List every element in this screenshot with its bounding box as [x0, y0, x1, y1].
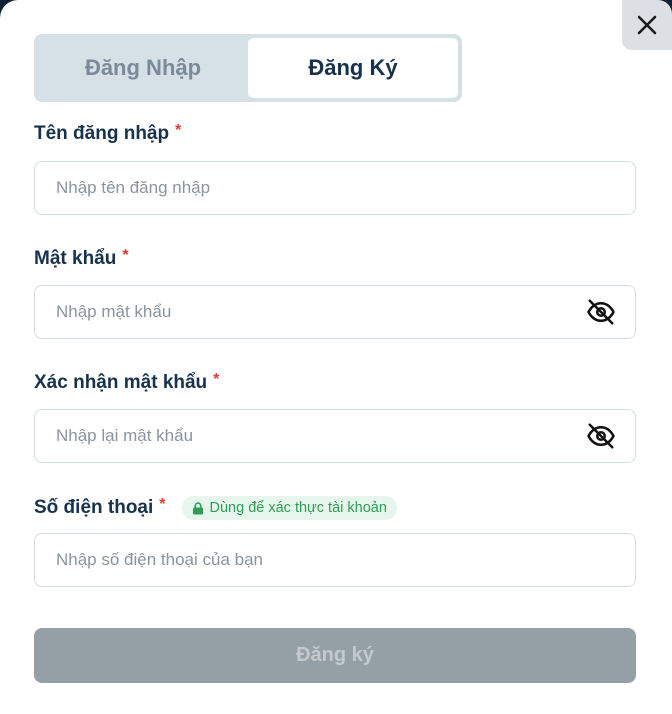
- username-label-text: Tên đăng nhập: [34, 123, 170, 144]
- eye-off-icon: [587, 299, 615, 325]
- register-modal: Đăng Nhập Đăng Ký Tên đăng nhập * Mật kh…: [0, 0, 672, 714]
- auth-tabs: Đăng Nhập Đăng Ký: [34, 34, 462, 102]
- confirm-password-label-text: Xác nhận mật khẩu: [34, 372, 208, 393]
- register-submit-button[interactable]: Đăng ký: [34, 628, 636, 683]
- tab-register[interactable]: Đăng Ký: [248, 38, 458, 98]
- username-label: Tên đăng nhập *: [34, 122, 182, 145]
- phone-label-text: Số điện thoại: [34, 497, 154, 518]
- required-mark: *: [213, 371, 220, 388]
- required-mark: *: [122, 247, 129, 264]
- toggle-password-visibility-button[interactable]: [585, 296, 617, 328]
- close-icon: [637, 15, 657, 35]
- password-label: Mật khẩu *: [34, 247, 129, 270]
- password-field: [34, 285, 636, 339]
- tab-login[interactable]: Đăng Nhập: [38, 38, 248, 98]
- verification-badge-text: Dùng để xác thực tài khoản: [209, 500, 387, 516]
- lock-icon: [192, 501, 204, 515]
- username-field: [34, 161, 636, 215]
- confirm-password-input[interactable]: [35, 409, 585, 463]
- confirm-password-field: [34, 409, 636, 463]
- confirm-password-label: Xác nhận mật khẩu *: [34, 371, 220, 394]
- required-mark: *: [159, 496, 166, 513]
- password-input[interactable]: [35, 285, 585, 339]
- verification-badge: Dùng để xác thực tài khoản: [181, 496, 397, 520]
- phone-label: Số điện thoại * Dùng để xác thực tài kho…: [34, 496, 397, 520]
- phone-field: [34, 533, 636, 587]
- password-label-text: Mật khẩu: [34, 248, 117, 269]
- toggle-confirm-password-visibility-button[interactable]: [585, 420, 617, 452]
- close-button[interactable]: [622, 0, 672, 50]
- phone-input[interactable]: [35, 533, 635, 587]
- username-input[interactable]: [35, 161, 635, 215]
- eye-off-icon: [587, 423, 615, 449]
- required-mark: *: [175, 122, 182, 139]
